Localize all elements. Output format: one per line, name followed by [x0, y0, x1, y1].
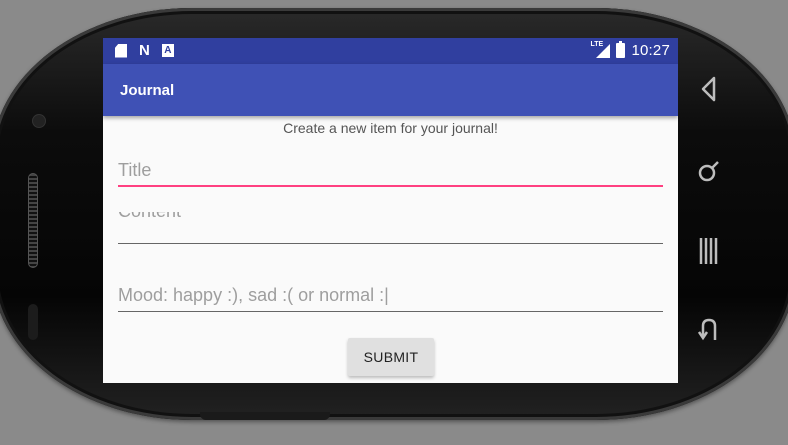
battery-icon	[616, 41, 626, 58]
submit-button[interactable]: SUBMIT	[348, 338, 434, 376]
speaker-grille	[28, 173, 38, 268]
form-subtitle: Create a new item for your journal!	[283, 120, 498, 136]
back-icon[interactable]	[692, 75, 726, 109]
device-edge	[200, 412, 330, 420]
recents-icon[interactable]	[692, 236, 726, 270]
front-camera	[32, 114, 46, 128]
mood-input[interactable]	[118, 284, 663, 312]
signal-icon: LTE	[590, 41, 611, 59]
app-toolbar: Journal	[103, 64, 678, 116]
device-screen: N A LTE 10:27 Journal Create a new item …	[103, 38, 678, 383]
sd-card-icon	[115, 43, 127, 58]
content-field-container	[118, 212, 663, 244]
notification-icons: N A	[115, 43, 174, 58]
title-input[interactable]	[118, 159, 663, 187]
a-notification-icon: A	[161, 44, 174, 57]
status-bar: N A LTE 10:27	[103, 38, 678, 64]
sensor-strip	[28, 304, 38, 340]
n-notification-icon: N	[139, 42, 150, 59]
app-title: Journal	[120, 82, 175, 99]
menu-icon[interactable]	[692, 318, 726, 352]
content-input[interactable]	[118, 212, 663, 241]
system-status: LTE 10:27	[590, 41, 670, 60]
home-icon[interactable]	[692, 158, 726, 192]
status-clock: 10:27	[631, 42, 670, 59]
